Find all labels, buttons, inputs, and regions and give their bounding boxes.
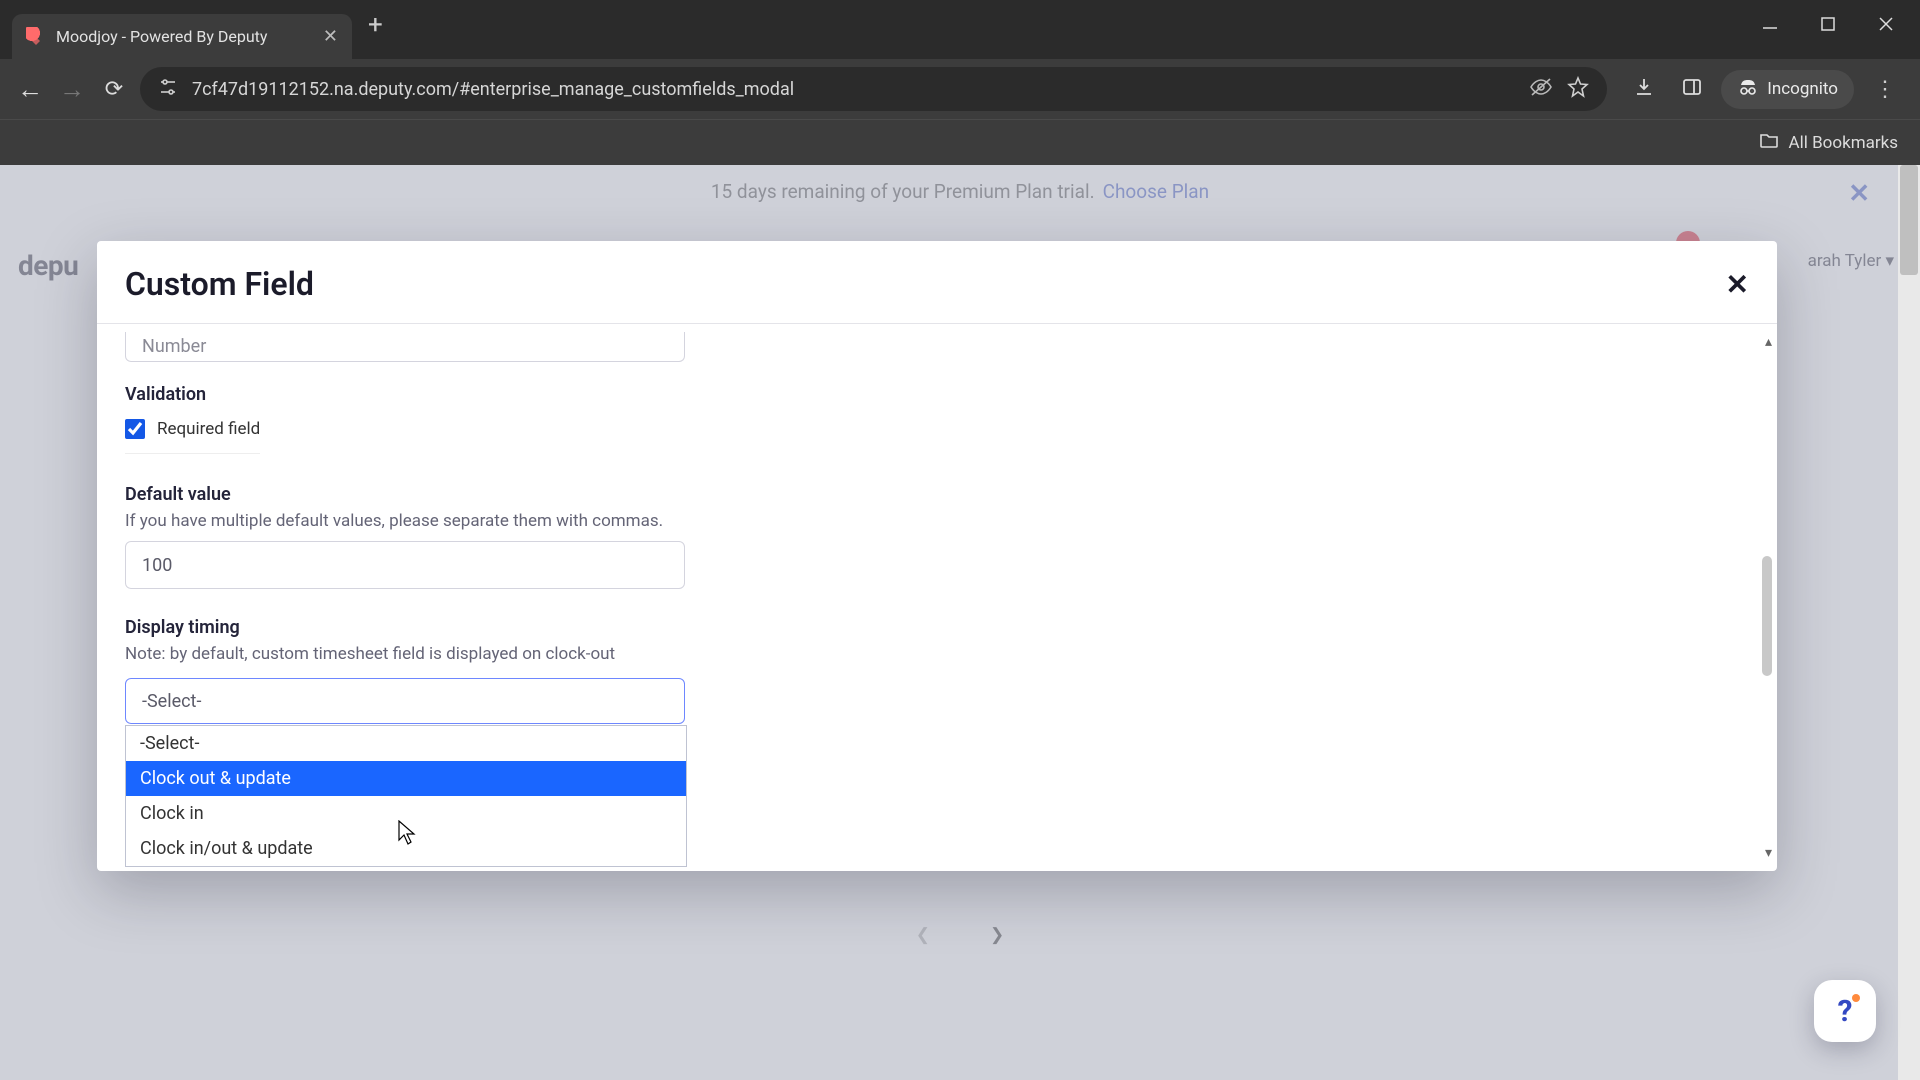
type-field-cut[interactable]: Number — [125, 332, 685, 362]
page-scrollbar[interactable] — [1898, 165, 1920, 1080]
maximize-icon[interactable] — [1820, 16, 1836, 32]
tab-title: Moodjoy - Powered By Deputy — [56, 27, 313, 46]
folder-icon — [1759, 131, 1779, 154]
user-name-partial: arah Tyler — [1808, 251, 1882, 271]
validation-label: Validation — [125, 384, 1749, 405]
dropdown-option-clock-in-out-update[interactable]: Clock in/out & update — [126, 831, 686, 866]
incognito-icon — [1737, 78, 1759, 101]
address-bar[interactable]: 7cf47d19112152.na.deputy.com/#enterprise… — [140, 67, 1607, 111]
browser-tab[interactable]: Moodjoy - Powered By Deputy ✕ — [12, 14, 352, 59]
default-value-hint: If you have multiple default values, ple… — [125, 511, 1749, 531]
display-timing-label: Display timing — [125, 617, 1749, 638]
modal-scroll-thumb[interactable] — [1762, 556, 1772, 676]
side-panel-icon[interactable] — [1681, 76, 1703, 103]
display-timing-dropdown: -Select- Clock out & update Clock in Clo… — [125, 725, 687, 867]
tab-close-icon[interactable]: ✕ — [323, 26, 338, 47]
scroll-up-icon[interactable]: ▴ — [1765, 334, 1772, 350]
banner-close-icon[interactable]: ✕ — [1848, 179, 1870, 209]
trial-text: 15 days remaining of your Premium Plan t… — [711, 180, 1095, 203]
reload-button[interactable]: ⟳ — [98, 77, 130, 102]
modal-body: Number Validation Required field Default… — [97, 324, 1777, 871]
tab-favicon-icon — [26, 27, 46, 47]
site-settings-icon[interactable] — [158, 77, 178, 102]
help-notification-dot — [1852, 994, 1860, 1002]
carousel-pager: ❮ ❯ — [0, 925, 1920, 945]
display-timing-hint: Note: by default, custom timesheet field… — [125, 644, 1749, 664]
scroll-down-icon[interactable]: ▾ — [1765, 845, 1772, 861]
dropdown-option-clock-in[interactable]: Clock in — [126, 796, 686, 831]
choose-plan-link[interactable]: Choose Plan — [1103, 180, 1210, 203]
close-window-icon[interactable] — [1878, 16, 1894, 32]
display-timing-select[interactable]: -Select- -Select- Clock out & update Clo… — [125, 678, 685, 724]
default-value-label: Default value — [125, 484, 1749, 505]
required-checkbox-label: Required field — [157, 419, 260, 439]
default-value-input[interactable]: 100 — [125, 541, 685, 589]
display-timing-selected: -Select- — [142, 691, 201, 712]
minimize-icon[interactable] — [1762, 16, 1778, 32]
modal-header: Custom Field ✕ — [97, 241, 1777, 324]
pager-next-icon[interactable]: ❯ — [990, 925, 1004, 945]
dropdown-option-clock-out-update[interactable]: Clock out & update — [126, 761, 686, 796]
page-viewport: 15 days remaining of your Premium Plan t… — [0, 165, 1920, 1080]
eye-off-icon[interactable] — [1529, 77, 1553, 102]
custom-field-modal: Custom Field ✕ Number Validation Require… — [97, 241, 1777, 871]
type-value: Number — [142, 336, 206, 357]
all-bookmarks-label: All Bookmarks — [1789, 133, 1898, 153]
bookmarks-bar: All Bookmarks — [0, 119, 1920, 165]
required-checkbox[interactable] — [125, 419, 145, 439]
trial-banner: 15 days remaining of your Premium Plan t… — [0, 165, 1920, 217]
default-value-text: 100 — [142, 555, 172, 576]
dropdown-option-select[interactable]: -Select- — [126, 726, 686, 761]
modal-title: Custom Field — [125, 265, 314, 303]
browser-tabstrip: Moodjoy - Powered By Deputy ✕ + — [0, 0, 1920, 59]
app-logo: depu — [18, 249, 78, 282]
forward-button: → — [56, 74, 88, 105]
bookmark-star-icon[interactable] — [1567, 76, 1589, 103]
downloads-icon[interactable] — [1633, 76, 1655, 103]
new-tab-button[interactable]: + — [352, 10, 399, 50]
modal-close-icon[interactable]: ✕ — [1726, 268, 1749, 301]
help-fab[interactable]: ? — [1814, 980, 1876, 1042]
page-scroll-thumb[interactable] — [1900, 165, 1918, 275]
back-button[interactable]: ← — [14, 74, 46, 105]
all-bookmarks-button[interactable]: All Bookmarks — [1759, 131, 1898, 154]
required-field-row[interactable]: Required field — [125, 419, 260, 454]
modal-scrollbar[interactable]: ▴ ▾ — [1761, 334, 1775, 861]
toolbar-icons — [1633, 76, 1703, 103]
window-controls — [1762, 0, 1920, 32]
user-menu[interactable]: arah Tyler ▾ — [1808, 251, 1894, 271]
incognito-indicator[interactable]: Incognito — [1721, 70, 1854, 109]
pager-prev-icon: ❮ — [916, 925, 930, 945]
browser-menu-icon[interactable]: ⋮ — [1864, 77, 1906, 102]
url-text: 7cf47d19112152.na.deputy.com/#enterprise… — [192, 79, 1515, 100]
incognito-label: Incognito — [1767, 79, 1838, 99]
browser-toolbar: ← → ⟳ 7cf47d19112152.na.deputy.com/#ente… — [0, 59, 1920, 119]
